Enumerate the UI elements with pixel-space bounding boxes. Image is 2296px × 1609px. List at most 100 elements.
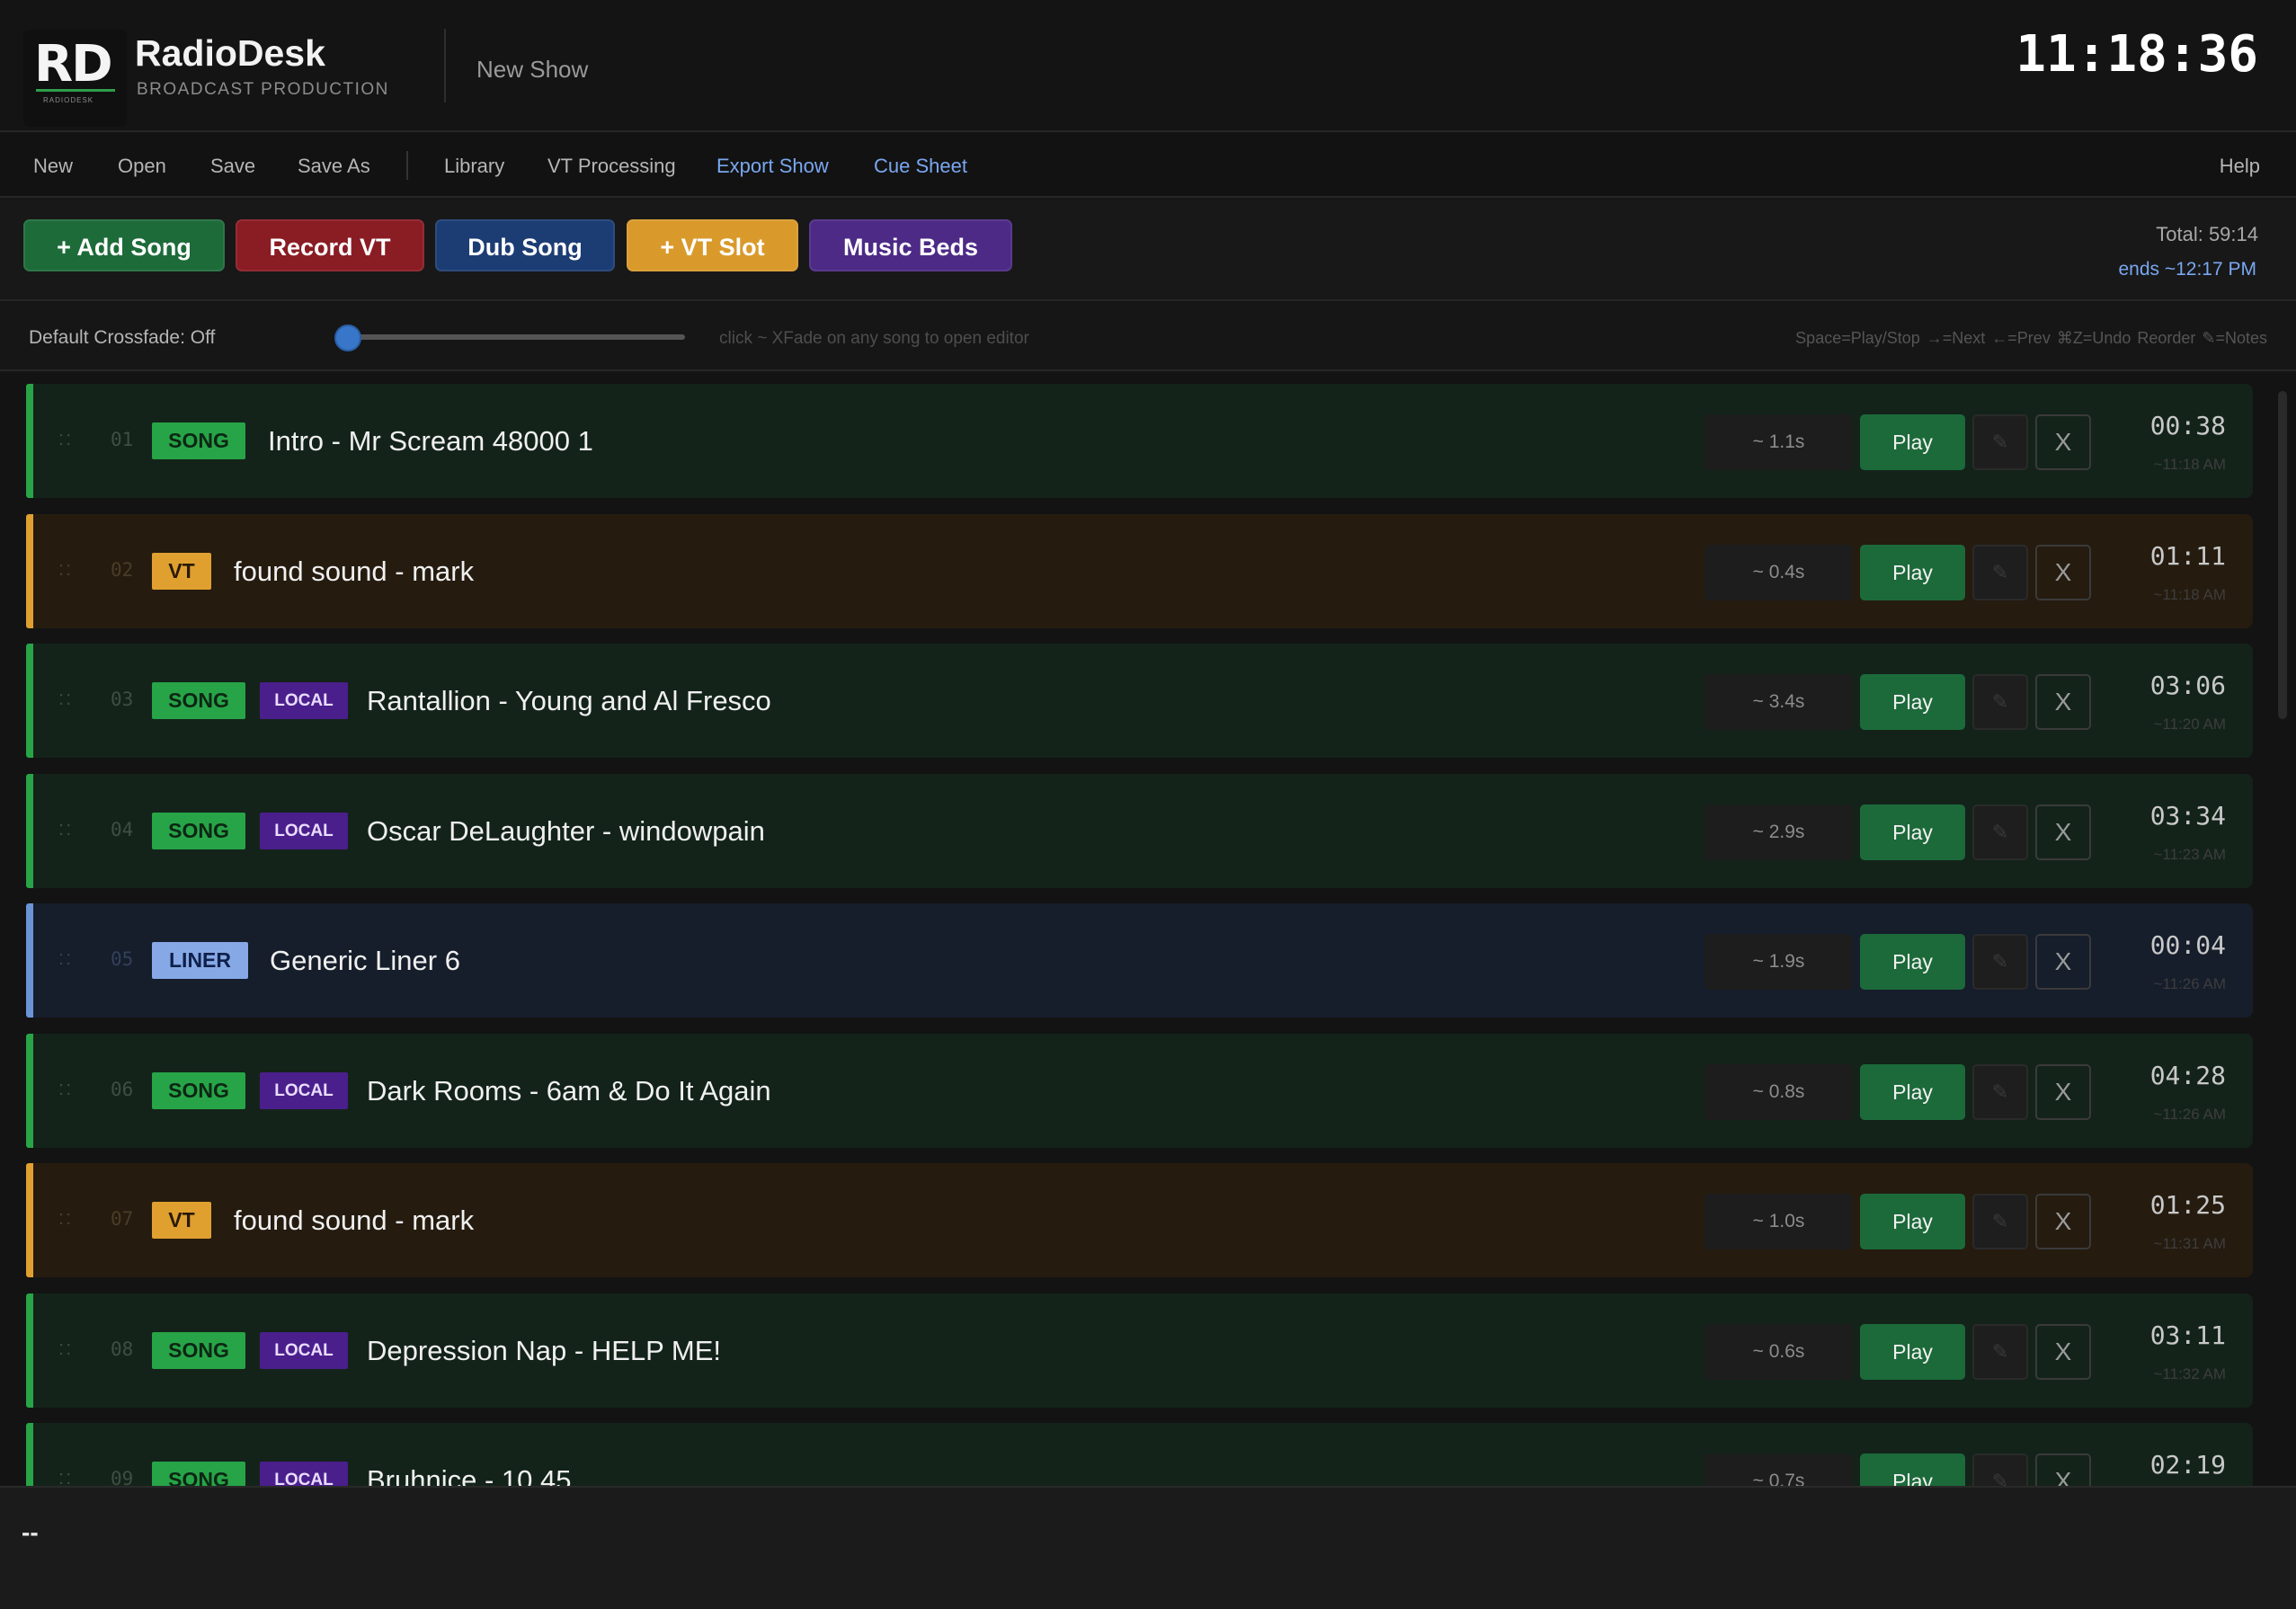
drag-handle-icon[interactable]: :: [58,1337,73,1360]
crossfade-slider-thumb[interactable] [334,324,361,351]
xfade-button[interactable]: ~ 2.9s [1704,804,1853,860]
row-duration: 00:38 [2149,411,2226,440]
drag-handle-icon[interactable]: :: [58,687,73,710]
edit-pencil-icon[interactable]: ✎ [1972,544,2028,600]
menu-save[interactable]: Save [210,155,255,178]
delete-button[interactable]: X [2035,804,2091,860]
row-number: 01 [111,429,134,450]
play-button[interactable]: Play [1860,1453,1965,1486]
delete-button[interactable]: X [2035,1323,2091,1380]
crossfade-hint: click ~ XFade on any song to open editor [719,329,1029,348]
delete-button[interactable]: X [2035,1453,2091,1486]
total-duration: Total: 59:14 [2156,223,2258,245]
playlist-row[interactable]: :: 01 SONG Intro - Mr Scream 48000 1 ~ 1.1s P… [26,384,2253,498]
crossfade-slider-track[interactable] [347,334,685,340]
row-number: 09 [111,1468,134,1486]
header-divider [444,29,446,102]
row-type-stripe [26,513,33,628]
play-button[interactable]: Play [1860,544,1965,600]
xfade-button[interactable]: ~ 0.8s [1704,1063,1853,1120]
row-start-time: ~11:18 AM [2153,585,2227,603]
brand-subtitle: BROADCAST PRODUCTION [137,80,389,99]
menu-help[interactable]: Help [2220,155,2260,178]
play-button[interactable]: Play [1860,1323,1965,1380]
drag-handle-icon[interactable]: :: [58,947,73,970]
music-beds-button[interactable]: Music Beds [809,219,1012,271]
local-badge: LOCAL [260,812,348,849]
row-duration: 03:11 [2149,1320,2226,1350]
delete-button[interactable]: X [2035,1194,2091,1249]
type-badge: SONG [152,1331,245,1369]
row-type-stripe [26,384,33,498]
record-vt-button[interactable]: Record VT [236,219,424,271]
drag-handle-icon[interactable]: :: [58,1466,73,1486]
playlist-row[interactable]: :: 08 SONG LOCAL Depression Nap - HELP ME! ~ … [26,1293,2253,1408]
play-button[interactable]: Play [1860,1194,1965,1249]
play-button[interactable]: Play [1860,934,1965,990]
playlist-row[interactable]: :: 05 LINER Generic Liner 6 ~ 1.9s Play ✎ X 00:0… [26,903,2253,1018]
edit-pencil-icon[interactable]: ✎ [1972,1323,2028,1380]
drag-handle-icon[interactable]: :: [58,427,73,450]
playlist-scrollbar[interactable] [2278,391,2287,719]
playlist-row[interactable]: :: 06 SONG LOCAL Dark Rooms - 6am & Do It Ag… [26,1033,2253,1148]
drag-handle-icon[interactable]: :: [58,1077,73,1100]
playlist-row[interactable]: :: 07 VT found sound - mark ~ 1.0s Play ✎ X 01:2… [26,1163,2253,1277]
row-start-time: ~11:23 AM [2153,845,2227,863]
xfade-button[interactable]: ~ 3.4s [1704,674,1853,730]
menu-new[interactable]: New [33,155,73,178]
row-start-time: ~11:26 AM [2153,1105,2227,1123]
edit-pencil-icon[interactable]: ✎ [1972,804,2028,860]
delete-button[interactable]: X [2035,934,2091,990]
row-number: 08 [111,1338,134,1360]
xfade-button[interactable]: ~ 1.1s [1704,414,1853,470]
xfade-button[interactable]: ~ 0.4s [1704,544,1853,600]
row-title: Dark Rooms - 6am & Do It Again [367,1074,771,1107]
edit-pencil-icon[interactable]: ✎ [1972,1194,2028,1249]
row-start-time: ~11:32 AM [2153,1365,2227,1382]
add-song-button[interactable]: + Add Song [23,219,225,271]
delete-button[interactable]: X [2035,674,2091,730]
edit-pencil-icon[interactable]: ✎ [1972,1453,2028,1486]
app-logo: RD RADIODESK [23,30,127,127]
row-duration: 02:19 [2149,1450,2226,1480]
type-badge: VT [152,552,211,590]
show-name[interactable]: New Show [476,56,588,84]
playlist-row[interactable]: :: 09 SONG LOCAL Bruhnice - 10 45 ~ 0.7s Play ✎… [26,1423,2253,1486]
play-button[interactable]: Play [1860,804,1965,860]
playlist-row[interactable]: :: 03 SONG LOCAL Rantallion - Young and Al F… [26,644,2253,758]
xfade-button[interactable]: ~ 1.9s [1704,934,1853,990]
menu-open[interactable]: Open [118,155,166,178]
playlist-row[interactable]: :: 02 VT found sound - mark ~ 0.4s Play ✎ X 01:1… [26,513,2253,628]
play-button[interactable]: Play [1860,1063,1965,1120]
edit-pencil-icon[interactable]: ✎ [1972,1063,2028,1120]
row-title: Depression Nap - HELP ME! [367,1334,721,1366]
play-button[interactable]: Play [1860,674,1965,730]
menu-cue-sheet[interactable]: Cue Sheet [874,155,967,178]
add-vt-slot-button[interactable]: + VT Slot [627,219,798,271]
xfade-button[interactable]: ~ 1.0s [1704,1194,1853,1249]
dub-song-button[interactable]: Dub Song [435,219,615,271]
delete-button[interactable]: X [2035,1063,2091,1120]
clock: 11:18:36 [2016,25,2258,84]
play-button[interactable]: Play [1860,414,1965,470]
edit-pencil-icon[interactable]: ✎ [1972,674,2028,730]
edit-pencil-icon[interactable]: ✎ [1972,934,2028,990]
edit-pencil-icon[interactable]: ✎ [1972,414,2028,470]
menu-save-as[interactable]: Save As [298,155,370,178]
drag-handle-icon[interactable]: :: [58,1206,73,1230]
playlist-row[interactable]: :: 04 SONG LOCAL Oscar DeLaughter - windowpa… [26,773,2253,888]
delete-button[interactable]: X [2035,544,2091,600]
drag-handle-icon[interactable]: :: [58,817,73,840]
drag-handle-icon[interactable]: :: [58,557,73,581]
xfade-button[interactable]: ~ 0.6s [1704,1323,1853,1380]
row-title: Generic Liner 6 [270,945,460,976]
menu-library[interactable]: Library [444,155,504,178]
menu-export-show[interactable]: Export Show [716,155,829,178]
row-title: found sound - mark [234,1205,475,1236]
type-badge: SONG [152,422,245,459]
row-duration: 01:25 [2149,1190,2226,1220]
status-text: -- [22,1518,39,1546]
menu-vt-processing[interactable]: VT Processing [547,155,676,178]
delete-button[interactable]: X [2035,414,2091,470]
xfade-button[interactable]: ~ 0.7s [1704,1453,1853,1486]
